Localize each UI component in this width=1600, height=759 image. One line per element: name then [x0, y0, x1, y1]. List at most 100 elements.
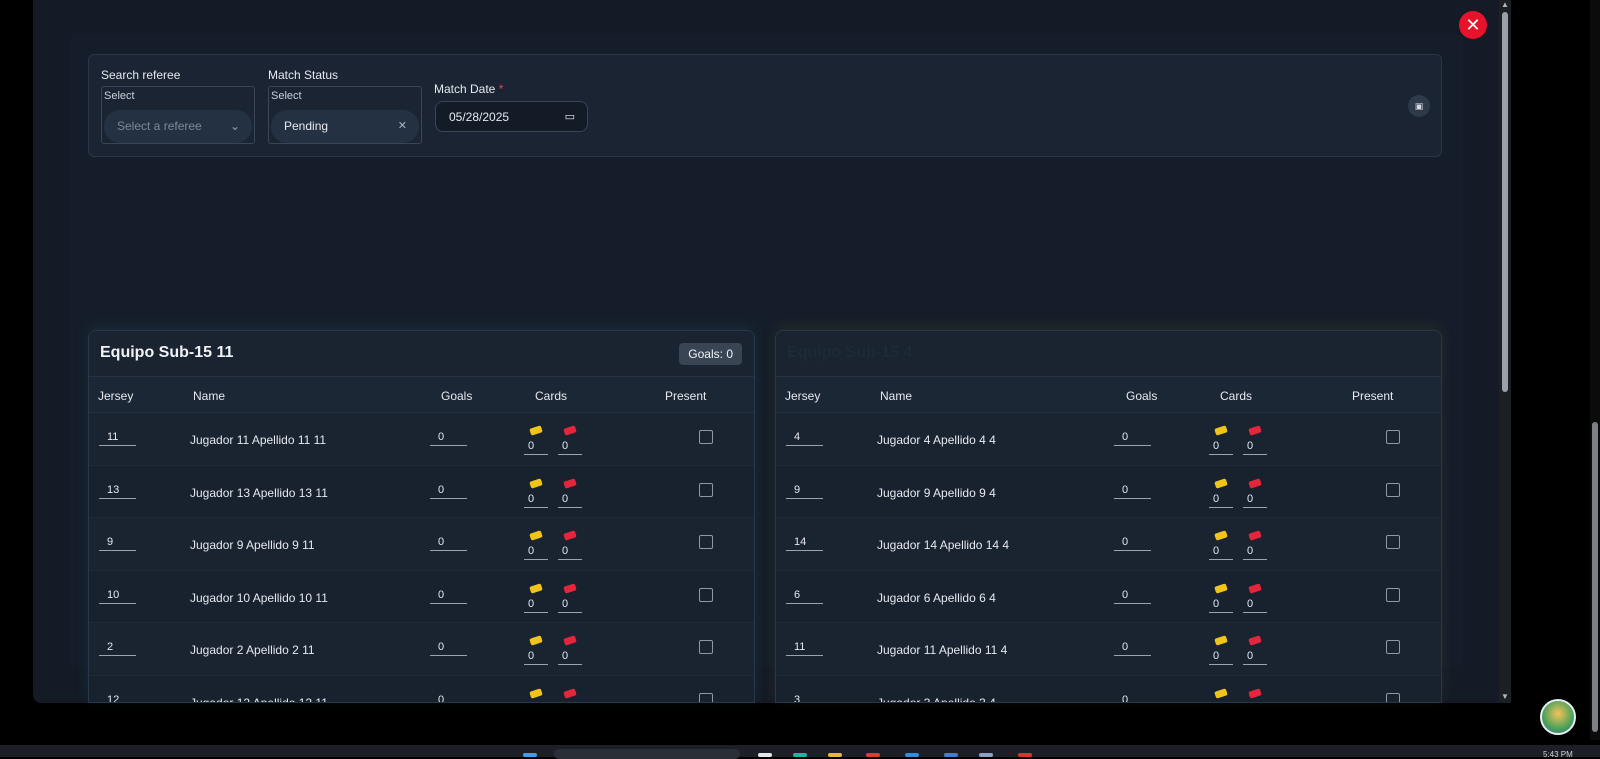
modal-scrollbar[interactable]: ▲ ▼	[1499, 0, 1511, 703]
task-view-icon[interactable]	[758, 753, 772, 757]
present-checkbox[interactable]	[699, 692, 713, 702]
scroll-down-icon[interactable]: ▼	[1501, 692, 1509, 701]
yellow-card-input[interactable]: 0	[1209, 649, 1233, 665]
present-checkbox[interactable]	[699, 640, 713, 654]
present-checkbox[interactable]	[699, 587, 713, 602]
camera-icon[interactable]: ▣	[1408, 95, 1430, 117]
present-checkbox[interactable]	[1386, 430, 1400, 444]
taskbar-search[interactable]	[554, 749, 740, 759]
yellow-card-input[interactable]: 0	[524, 702, 548, 703]
goals-input[interactable]: 0	[430, 535, 467, 551]
chrome-icon[interactable]	[866, 753, 880, 757]
red-card-input[interactable]: 0	[558, 544, 582, 560]
jersey-input[interactable]: 14	[786, 535, 823, 551]
goals-input[interactable]: 0	[1114, 535, 1151, 551]
goals-input[interactable]: 0	[430, 693, 467, 703]
table-row: 3 Jugador 3 Apellido 3 4 0 0 0	[776, 675, 1441, 703]
yellow-card-input[interactable]: 0	[1209, 702, 1233, 703]
yellow-card-input[interactable]: 0	[524, 439, 548, 455]
red-card-input[interactable]: 0	[558, 492, 582, 508]
goals-input[interactable]: 0	[1114, 693, 1151, 703]
goals-input[interactable]: 0	[430, 640, 467, 656]
jersey-input[interactable]: 10	[99, 588, 136, 604]
start-icon[interactable]	[523, 753, 537, 757]
red-card-input[interactable]: 0	[558, 439, 582, 455]
red-card-input[interactable]: 0	[558, 702, 582, 703]
jersey-input[interactable]: 2	[99, 640, 136, 656]
red-card-input[interactable]: 0	[1243, 649, 1267, 665]
status-select[interactable]: Pending ✕	[271, 110, 419, 143]
goals-input[interactable]: 0	[430, 430, 467, 446]
red-card-input[interactable]: 0	[1243, 544, 1267, 560]
goals-input[interactable]: 0	[430, 588, 467, 604]
scrollbar-thumb[interactable]	[1502, 12, 1508, 392]
player-name: Jugador 14 Apellido 14 4	[877, 538, 1010, 552]
vscode-icon[interactable]	[944, 753, 958, 757]
store-icon[interactable]	[905, 753, 919, 757]
yellow-card-input[interactable]: 0	[524, 597, 548, 613]
scroll-up-icon[interactable]: ▲	[1501, 0, 1509, 9]
page-scrollbar-thumb[interactable]	[1592, 422, 1598, 732]
player-rows: 11 Jugador 11 Apellido 11 11 0 0 0 13 Jugador …	[89, 413, 754, 703]
jersey-input[interactable]: 9	[99, 535, 136, 551]
edge-icon[interactable]	[793, 753, 807, 757]
present-checkbox[interactable]	[699, 430, 713, 444]
present-checkbox[interactable]	[1386, 482, 1400, 497]
app-red-icon[interactable]	[1018, 753, 1032, 757]
assistant-avatar[interactable]	[1540, 699, 1576, 735]
present-checkbox[interactable]	[699, 482, 713, 497]
goals-input[interactable]: 0	[1114, 640, 1151, 656]
red-card-icon	[1248, 687, 1262, 699]
red-card-icon	[1248, 635, 1262, 646]
jersey-input[interactable]: 11	[786, 640, 823, 656]
jersey-input[interactable]: 6	[786, 588, 823, 604]
yellow-card-input[interactable]: 0	[1209, 439, 1233, 455]
red-card-input[interactable]: 0	[558, 597, 582, 613]
red-card-input[interactable]: 0	[1243, 439, 1267, 455]
app-icon[interactable]	[979, 753, 993, 757]
col-name: Name	[880, 389, 913, 403]
table-row: 11 Jugador 11 Apellido 11 11 0 0 0	[89, 413, 754, 466]
yellow-card-icon	[529, 477, 543, 489]
jersey-input[interactable]: 9	[786, 483, 823, 499]
red-card-input[interactable]: 0	[1243, 492, 1267, 508]
present-checkbox[interactable]	[1386, 587, 1400, 602]
yellow-card-input[interactable]: 0	[524, 492, 548, 508]
player-name: Jugador 10 Apellido 10 11	[190, 590, 328, 605]
match-date-input[interactable]: 05/28/2025 ▭	[435, 101, 588, 132]
yellow-card-input[interactable]: 0	[524, 649, 548, 665]
clear-icon[interactable]: ✕	[398, 110, 407, 143]
calendar-icon[interactable]: ▭	[565, 102, 575, 132]
yellow-card-icon	[1214, 477, 1228, 489]
red-card-input[interactable]: 0	[1243, 597, 1267, 613]
goals-input[interactable]: 0	[1114, 430, 1151, 446]
present-checkbox[interactable]	[1386, 535, 1400, 549]
yellow-card-input[interactable]: 0	[1209, 544, 1233, 560]
yellow-card-input[interactable]: 0	[1209, 597, 1233, 613]
chevron-down-icon: ⌄	[229, 119, 240, 133]
jersey-input[interactable]: 11	[99, 430, 136, 446]
player-rows: 4 Jugador 4 Apellido 4 4 0 0 0 9 Jugador 9 Ape…	[776, 413, 1441, 703]
red-card-input[interactable]: 0	[558, 649, 582, 665]
present-checkbox[interactable]	[699, 535, 713, 549]
jersey-input[interactable]: 13	[99, 483, 136, 499]
team-panel-left: Equipo Sub-15 11 Goals: 0 Jersey Name Go…	[88, 330, 755, 703]
close-modal-button[interactable]: ✕	[1459, 11, 1487, 39]
present-checkbox[interactable]	[1386, 692, 1400, 702]
yellow-card-icon	[529, 687, 543, 699]
referee-select[interactable]: Select a referee ⌄	[104, 110, 252, 143]
jersey-input[interactable]: 12	[99, 693, 136, 703]
jersey-input[interactable]: 3	[786, 693, 823, 703]
jersey-input[interactable]: 4	[786, 430, 823, 446]
player-name: Jugador 6 Apellido 6 4	[877, 590, 996, 605]
goals-input[interactable]: 0	[1114, 588, 1151, 604]
goals-input[interactable]: 0	[430, 483, 467, 499]
goals-input[interactable]: 0	[1114, 483, 1151, 499]
page-scrollbar[interactable]	[1590, 0, 1600, 740]
team-name: Equipo Sub-15 11	[100, 344, 234, 361]
present-checkbox[interactable]	[1386, 640, 1400, 654]
folder-icon[interactable]	[828, 753, 842, 757]
yellow-card-input[interactable]: 0	[1209, 492, 1233, 508]
yellow-card-input[interactable]: 0	[524, 544, 548, 560]
red-card-input[interactable]: 0	[1243, 702, 1267, 703]
